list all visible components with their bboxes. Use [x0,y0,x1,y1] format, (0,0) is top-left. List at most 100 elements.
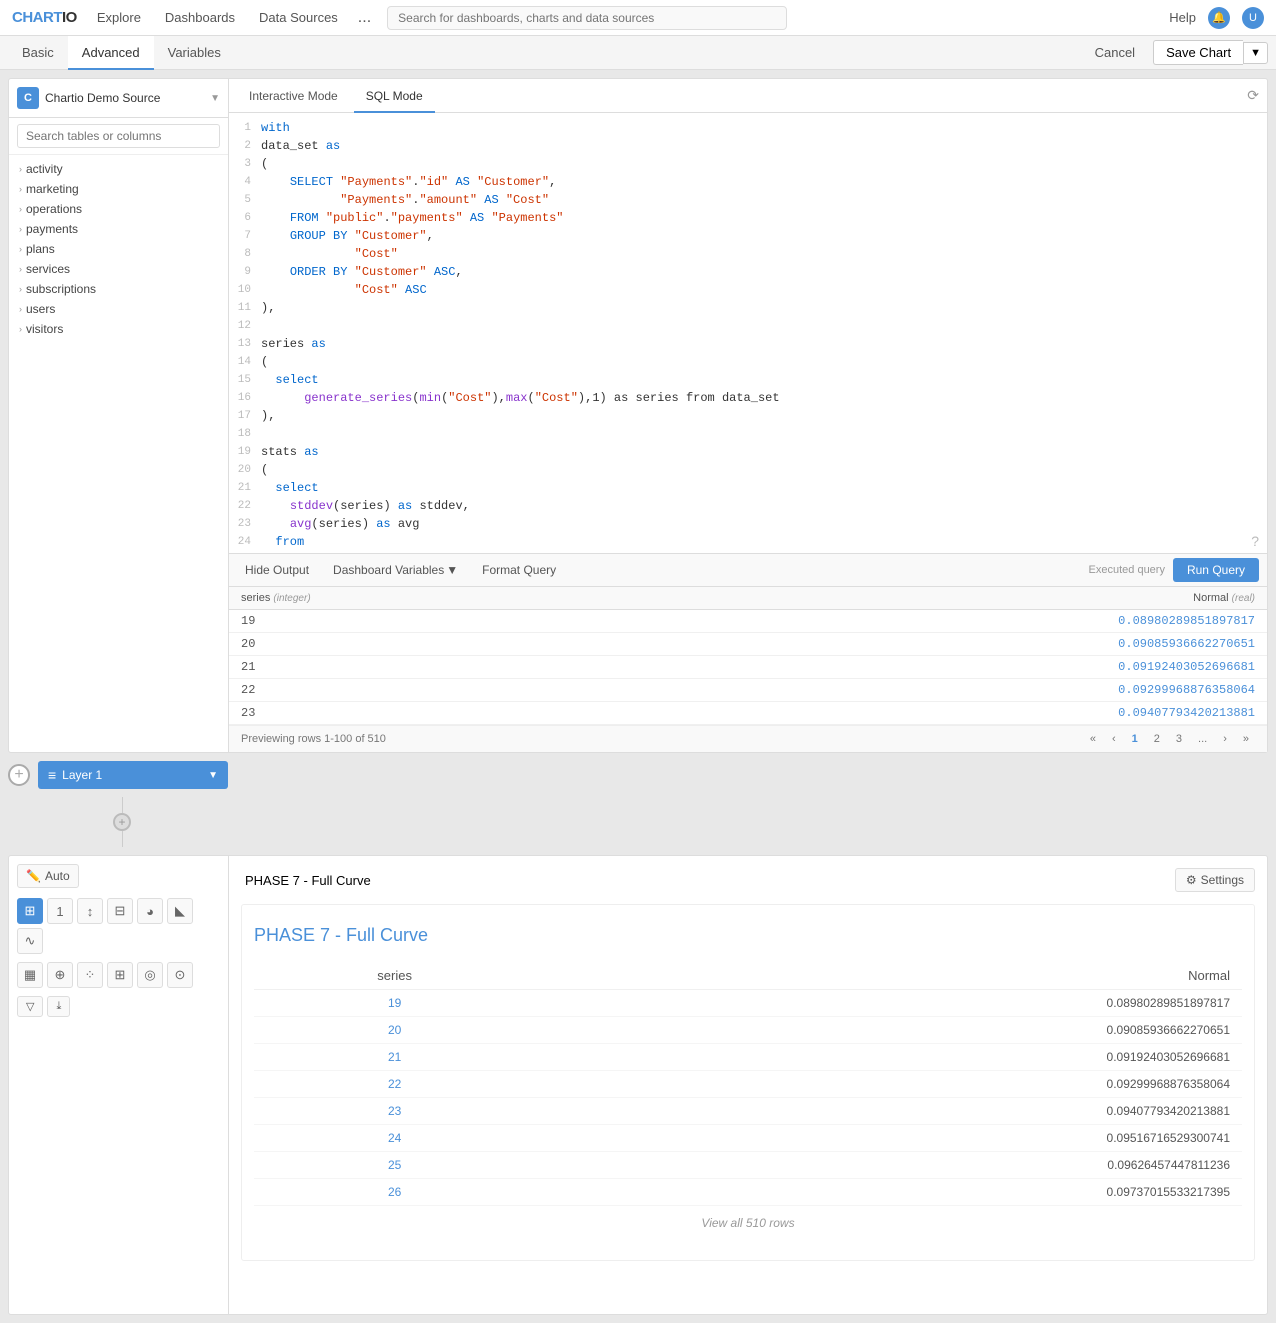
table-chevron-activity: › [19,164,22,174]
chart-type-line[interactable]: ∿ [17,928,43,954]
chart-type-scatter[interactable]: ⁘ [77,962,103,988]
table-row: 20 0.09085936662270651 [229,633,1267,656]
sql-history-icon[interactable]: ⟳ [1247,87,1259,104]
cell-series-4: 23 [229,702,611,725]
table-item-services[interactable]: › services [9,259,228,279]
code-editor[interactable]: 1with 2data_set as 3( 4 SELECT "Payments… [229,113,1267,557]
nav-search-input[interactable] [387,6,787,30]
table-row: 25 0.09626457447811236 [254,1152,1242,1179]
sql-tab-sql[interactable]: SQL Mode [354,79,435,113]
chart-type-area[interactable]: ◣ [167,898,193,924]
nav-datasources[interactable]: Data Sources [255,10,342,25]
table-label-visitors: visitors [26,322,63,336]
source-selector[interactable]: C Chartio Demo Source ▼ [9,79,228,118]
settings-label: Settings [1201,873,1244,887]
code-line-8: 8 "Cost" [229,245,1267,263]
table-item-subscriptions[interactable]: › subscriptions [9,279,228,299]
chart-col-series: series [254,962,535,990]
table-row: 21 0.09192403052696681 [254,1044,1242,1071]
cancel-button[interactable]: Cancel [1085,41,1145,64]
nav-search-container [387,6,787,30]
table-label-operations: operations [26,202,82,216]
table-item-visitors[interactable]: › visitors [9,319,228,339]
cell-normal-2: 0.09192403052696681 [611,656,1267,679]
code-line-17: 17), [229,407,1267,425]
download-action-button[interactable]: ⤓ [47,996,70,1017]
nav-explore[interactable]: Explore [93,10,145,25]
cell-normal-1: 0.09085936662270651 [611,633,1267,656]
chart-type-table[interactable]: ⊞ [17,898,43,924]
page-first[interactable]: « [1084,731,1102,747]
run-query-button[interactable]: Run Query [1173,558,1259,582]
nav-dashboards[interactable]: Dashboards [161,10,239,25]
settings-button[interactable]: ⚙ Settings [1175,868,1255,892]
code-line-1: 1with [229,119,1267,137]
chart-type-bubble[interactable]: ⊙ [167,962,193,988]
chart-heading-highlight: Full Curve [346,925,428,945]
chart-type-bar[interactable]: ▦ [17,962,43,988]
code-line-16: 16 generate_series(min("Cost"),max("Cost… [229,389,1267,407]
connector-dot[interactable]: + [113,813,131,831]
save-chart-dropdown-arrow[interactable]: ▼ [1243,42,1268,64]
chart-type-sort[interactable]: ↕ [77,898,103,924]
format-query-button[interactable]: Format Query [474,560,564,580]
page-3[interactable]: 3 [1170,731,1188,747]
table-item-users[interactable]: › users [9,299,228,319]
table-row: 23 0.09407793420213881 [229,702,1267,725]
chart-cell-normal-5: 0.09516716529300741 [535,1125,1242,1152]
help-link[interactable]: Help [1169,10,1196,25]
table-item-marketing[interactable]: › marketing [9,179,228,199]
code-line-22: 22 stddev(series) as stddev, [229,497,1267,515]
search-tables-input[interactable] [17,124,220,148]
chart-title-input[interactable] [241,869,1175,892]
page-last[interactable]: » [1237,731,1255,747]
tab-variables[interactable]: Variables [154,36,235,70]
cell-series-3: 22 [229,679,611,702]
chart-type-multiline[interactable]: ⊟ [107,898,133,924]
add-layer-button[interactable]: + [8,764,30,786]
chart-cell-normal-3: 0.09299968876358064 [535,1071,1242,1098]
sql-tab-interactive[interactable]: Interactive Mode [237,79,350,113]
nav-more[interactable]: ... [358,9,371,27]
editor-help-icon[interactable]: ? [1251,533,1259,549]
table-item-operations[interactable]: › operations [9,199,228,219]
save-chart-button[interactable]: Save Chart [1153,40,1243,65]
chart-col-normal: Normal [535,962,1242,990]
cell-series-1: 20 [229,633,611,656]
table-item-activity[interactable]: › activity [9,159,228,179]
chart-type-donut[interactable]: ◎ [137,962,163,988]
history-clock-icon: ⟳ [1247,87,1259,103]
table-list: › activity › marketing › operations › pa… [9,155,228,343]
tab-basic[interactable]: Basic [8,36,68,70]
chart-type-pie[interactable]: ◕ [137,898,163,924]
chart-type-funnel[interactable]: ⊕ [47,962,73,988]
chart-type-number[interactable]: 1 [47,898,73,924]
page-next[interactable]: › [1217,731,1233,747]
chart-type-combo[interactable]: ⊞ [107,962,133,988]
table-label-plans: plans [26,242,55,256]
code-line-7: 7 GROUP BY "Customer", [229,227,1267,245]
filter-action-button[interactable]: ▽ [17,996,43,1017]
source-avatar: C [17,87,39,109]
layer-dropdown-icon[interactable]: ▼ [208,770,218,781]
page-2[interactable]: 2 [1148,731,1166,747]
table-item-payments[interactable]: › payments [9,219,228,239]
code-line-13: 13series as [229,335,1267,353]
tab-advanced[interactable]: Advanced [68,36,154,70]
connector-line-top [122,797,123,813]
view-all-link[interactable]: View all 510 rows [254,1206,1242,1240]
chart-icon-group: ⊞ 1 ↕ ⊟ ◕ ◣ ∿ [17,898,220,954]
chart-action-buttons: ▽ ⤓ [17,996,220,1017]
notifications-icon[interactable]: 🔔 [1208,7,1230,29]
table-item-plans[interactable]: › plans [9,239,228,259]
user-avatar[interactable]: U [1242,7,1264,29]
page-1[interactable]: 1 [1126,731,1144,747]
save-chart-group: Save Chart ▼ [1153,40,1268,65]
chart-icon-group-2: ▦ ⊕ ⁘ ⊞ ◎ ⊙ [17,962,220,988]
query-toolbar: Hide Output Dashboard Variables ▼ Format… [229,553,1267,586]
table-chevron-services: › [19,264,22,274]
hide-output-button[interactable]: Hide Output [237,560,317,580]
dashboard-variables-dropdown[interactable]: Dashboard Variables ▼ [325,560,466,580]
page-prev[interactable]: ‹ [1106,731,1122,747]
auto-button[interactable]: ✏️ Auto [17,864,79,888]
